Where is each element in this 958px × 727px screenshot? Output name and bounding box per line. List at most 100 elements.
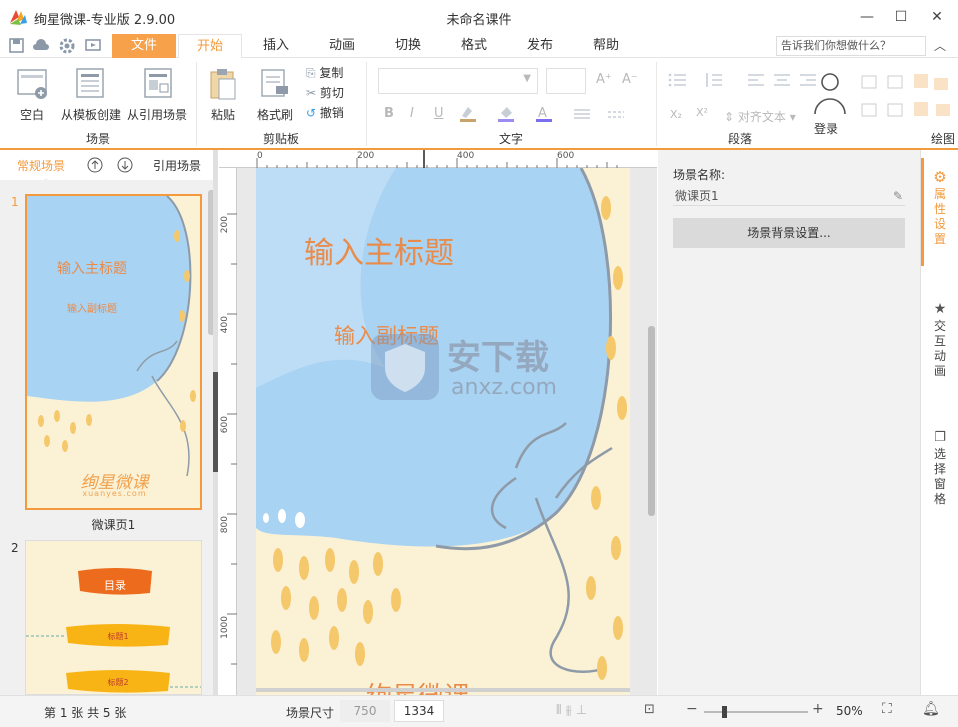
screen-fit-icon[interactable]: ⊡ (644, 702, 655, 717)
blank-scene-label: 空白 (19, 108, 44, 122)
from-reference-button[interactable] (140, 66, 176, 102)
close-button[interactable]: ✕ (926, 6, 948, 28)
align-text-button[interactable]: ⇕ 对齐文本 ▾ (724, 108, 796, 125)
arrange-icons[interactable] (858, 72, 954, 122)
scene-list-panel: 常规场景 引用场景 1 输入主标题 输入副标题 绚星微课 xuanyes.com… (0, 150, 218, 695)
side-tab-bar: ⚙ 属性设置 ★ 交互动画 ❐ 选择窗格 (920, 150, 958, 695)
top-ruler-label: 600 (557, 151, 575, 161)
preview-icon[interactable] (84, 37, 102, 55)
copy-icon: ⎘ (306, 66, 320, 80)
tab-file[interactable]: 文件 (112, 34, 176, 58)
tab-insert[interactable]: 插入 (244, 34, 308, 58)
tab-normal-scenes[interactable]: 常规场景 (17, 157, 65, 174)
tab-transition[interactable]: 切换 (376, 34, 440, 58)
superscript-button[interactable]: X² (696, 106, 708, 119)
slide-brand-text[interactable]: 绚星微课 (366, 676, 470, 695)
properties-tab-label: 属性设置 (933, 187, 946, 246)
fit-window-icon[interactable]: ⛶ (882, 701, 892, 717)
slide-main-title[interactable]: 输入主标题 (304, 228, 454, 272)
font-size-select[interactable] (546, 68, 586, 94)
maximize-button[interactable]: ☐ (890, 6, 912, 28)
settings-icon[interactable] (58, 37, 76, 55)
selection-pane-tab[interactable]: ❐ 选择窗格 (921, 430, 958, 507)
tab-format[interactable]: 格式 (442, 34, 506, 58)
zoom-slider[interactable] (704, 711, 808, 713)
tab-animation[interactable]: 动画 (310, 34, 374, 58)
shield-icon (385, 344, 425, 392)
format-painter-icon (261, 69, 288, 97)
underline-button[interactable]: U (434, 106, 444, 121)
canvas-horizontal-scrollbar[interactable] (256, 688, 630, 692)
move-down-icon[interactable] (117, 157, 133, 173)
user-icon[interactable] (812, 70, 848, 118)
line-spacing-icon[interactable] (704, 72, 724, 88)
slide-canvas[interactable]: 输入主标题 输入副标题 绚星微课 (256, 168, 630, 695)
minimize-button[interactable]: — (856, 6, 878, 28)
zoom-out-button[interactable]: − (686, 701, 698, 717)
scene-width-field[interactable]: 750 (340, 700, 390, 722)
tab-help[interactable]: 帮助 (574, 34, 638, 58)
zoom-in-button[interactable]: + (812, 701, 824, 717)
align-center-icon[interactable] (772, 72, 792, 88)
top-ruler-ticks (256, 150, 618, 168)
animation-tab[interactable]: ★ 交互动画 (921, 302, 958, 379)
edit-pencil-icon[interactable]: ✎ (893, 186, 903, 206)
fill-color-icon[interactable] (496, 104, 520, 124)
dash-style-icon[interactable] (606, 106, 628, 122)
notification-bell-icon[interactable]: 🔔︎ (922, 701, 940, 717)
font-color-icon[interactable]: A (534, 104, 558, 124)
cloud-icon[interactable] (32, 37, 50, 55)
blank-scene-button[interactable] (14, 66, 50, 102)
collapse-ribbon-button[interactable]: ︿ (934, 37, 946, 54)
scene-size-label: 场景尺寸 (286, 706, 335, 720)
copy-label: 复制 (319, 66, 344, 80)
format-painter-button[interactable] (258, 66, 292, 102)
left-ruler-label: 200 (220, 216, 230, 234)
properties-tab[interactable]: ⚙ 属性设置 (921, 170, 958, 247)
undo-button[interactable]: ↺ 撤销 (306, 104, 344, 121)
from-template-button[interactable] (72, 66, 108, 102)
bold-button[interactable]: B (384, 106, 394, 121)
font-family-select[interactable]: ▼ (378, 68, 538, 94)
splitter-handle[interactable] (213, 372, 218, 472)
font-shrink-button[interactable]: A⁻ (622, 72, 638, 87)
slide-thumbnail-2[interactable]: 目录 标题1 标题2 (25, 540, 202, 695)
reference-scene-icon (144, 68, 172, 98)
drawing-group-label: 绘图 (930, 132, 955, 146)
selection-pane-tab-label: 选择窗格 (933, 447, 946, 506)
move-up-icon[interactable] (87, 157, 103, 173)
line-color-icon[interactable] (458, 104, 482, 124)
template-icon (76, 68, 104, 98)
bullet-list-icon[interactable] (668, 72, 688, 88)
copy-button[interactable]: ⎘ 复制 (306, 64, 343, 81)
zoom-slider-thumb[interactable] (722, 706, 727, 718)
paste-button[interactable] (206, 66, 240, 102)
scene-background-button[interactable]: 场景背景设置... (673, 218, 905, 248)
orientation-icons[interactable]: ⫴ ⫵ ⊥ (556, 703, 587, 718)
line-style-icon[interactable] (572, 106, 594, 122)
clipboard-group-label: 剪贴板 (262, 132, 299, 146)
help-search-input[interactable]: 告诉我们你想做什么？ (776, 36, 926, 56)
cut-button[interactable]: ✂ 剪切 (306, 84, 344, 101)
tab-referenced-scenes[interactable]: 引用场景 (153, 157, 201, 174)
align-left-icon[interactable] (746, 72, 766, 88)
canvas-area: 0 200 400 600 200 400 600 800 1000 输入主标题 (219, 150, 657, 695)
canvas-vertical-scrollbar[interactable] (648, 326, 655, 516)
gear-icon: ⚙ (933, 168, 947, 186)
save-icon[interactable] (8, 37, 26, 55)
scene-name-field[interactable]: 微课页1 ✎ (673, 186, 905, 206)
slide-thumbnail-1[interactable]: 输入主标题 输入副标题 绚星微课 xuanyes.com (25, 194, 202, 510)
format-painter-label: 格式刷 (256, 108, 293, 122)
tab-publish[interactable]: 发布 (508, 34, 572, 58)
login-button[interactable]: 登录 (814, 120, 838, 137)
font-grow-button[interactable]: A⁺ (596, 72, 612, 87)
align-text-icon: ⇕ (724, 110, 738, 124)
slide-2-item2: 标题2 (107, 678, 129, 687)
watermark-text: 安下载 (447, 338, 549, 378)
tab-home[interactable]: 开始 (178, 34, 242, 59)
blank-scene-icon (17, 69, 47, 99)
slide-2-item1: 标题1 (107, 632, 129, 641)
subscript-button[interactable]: X₂ (670, 108, 682, 121)
italic-button[interactable]: I (410, 106, 414, 121)
scene-height-field[interactable]: 1334 (394, 700, 444, 722)
